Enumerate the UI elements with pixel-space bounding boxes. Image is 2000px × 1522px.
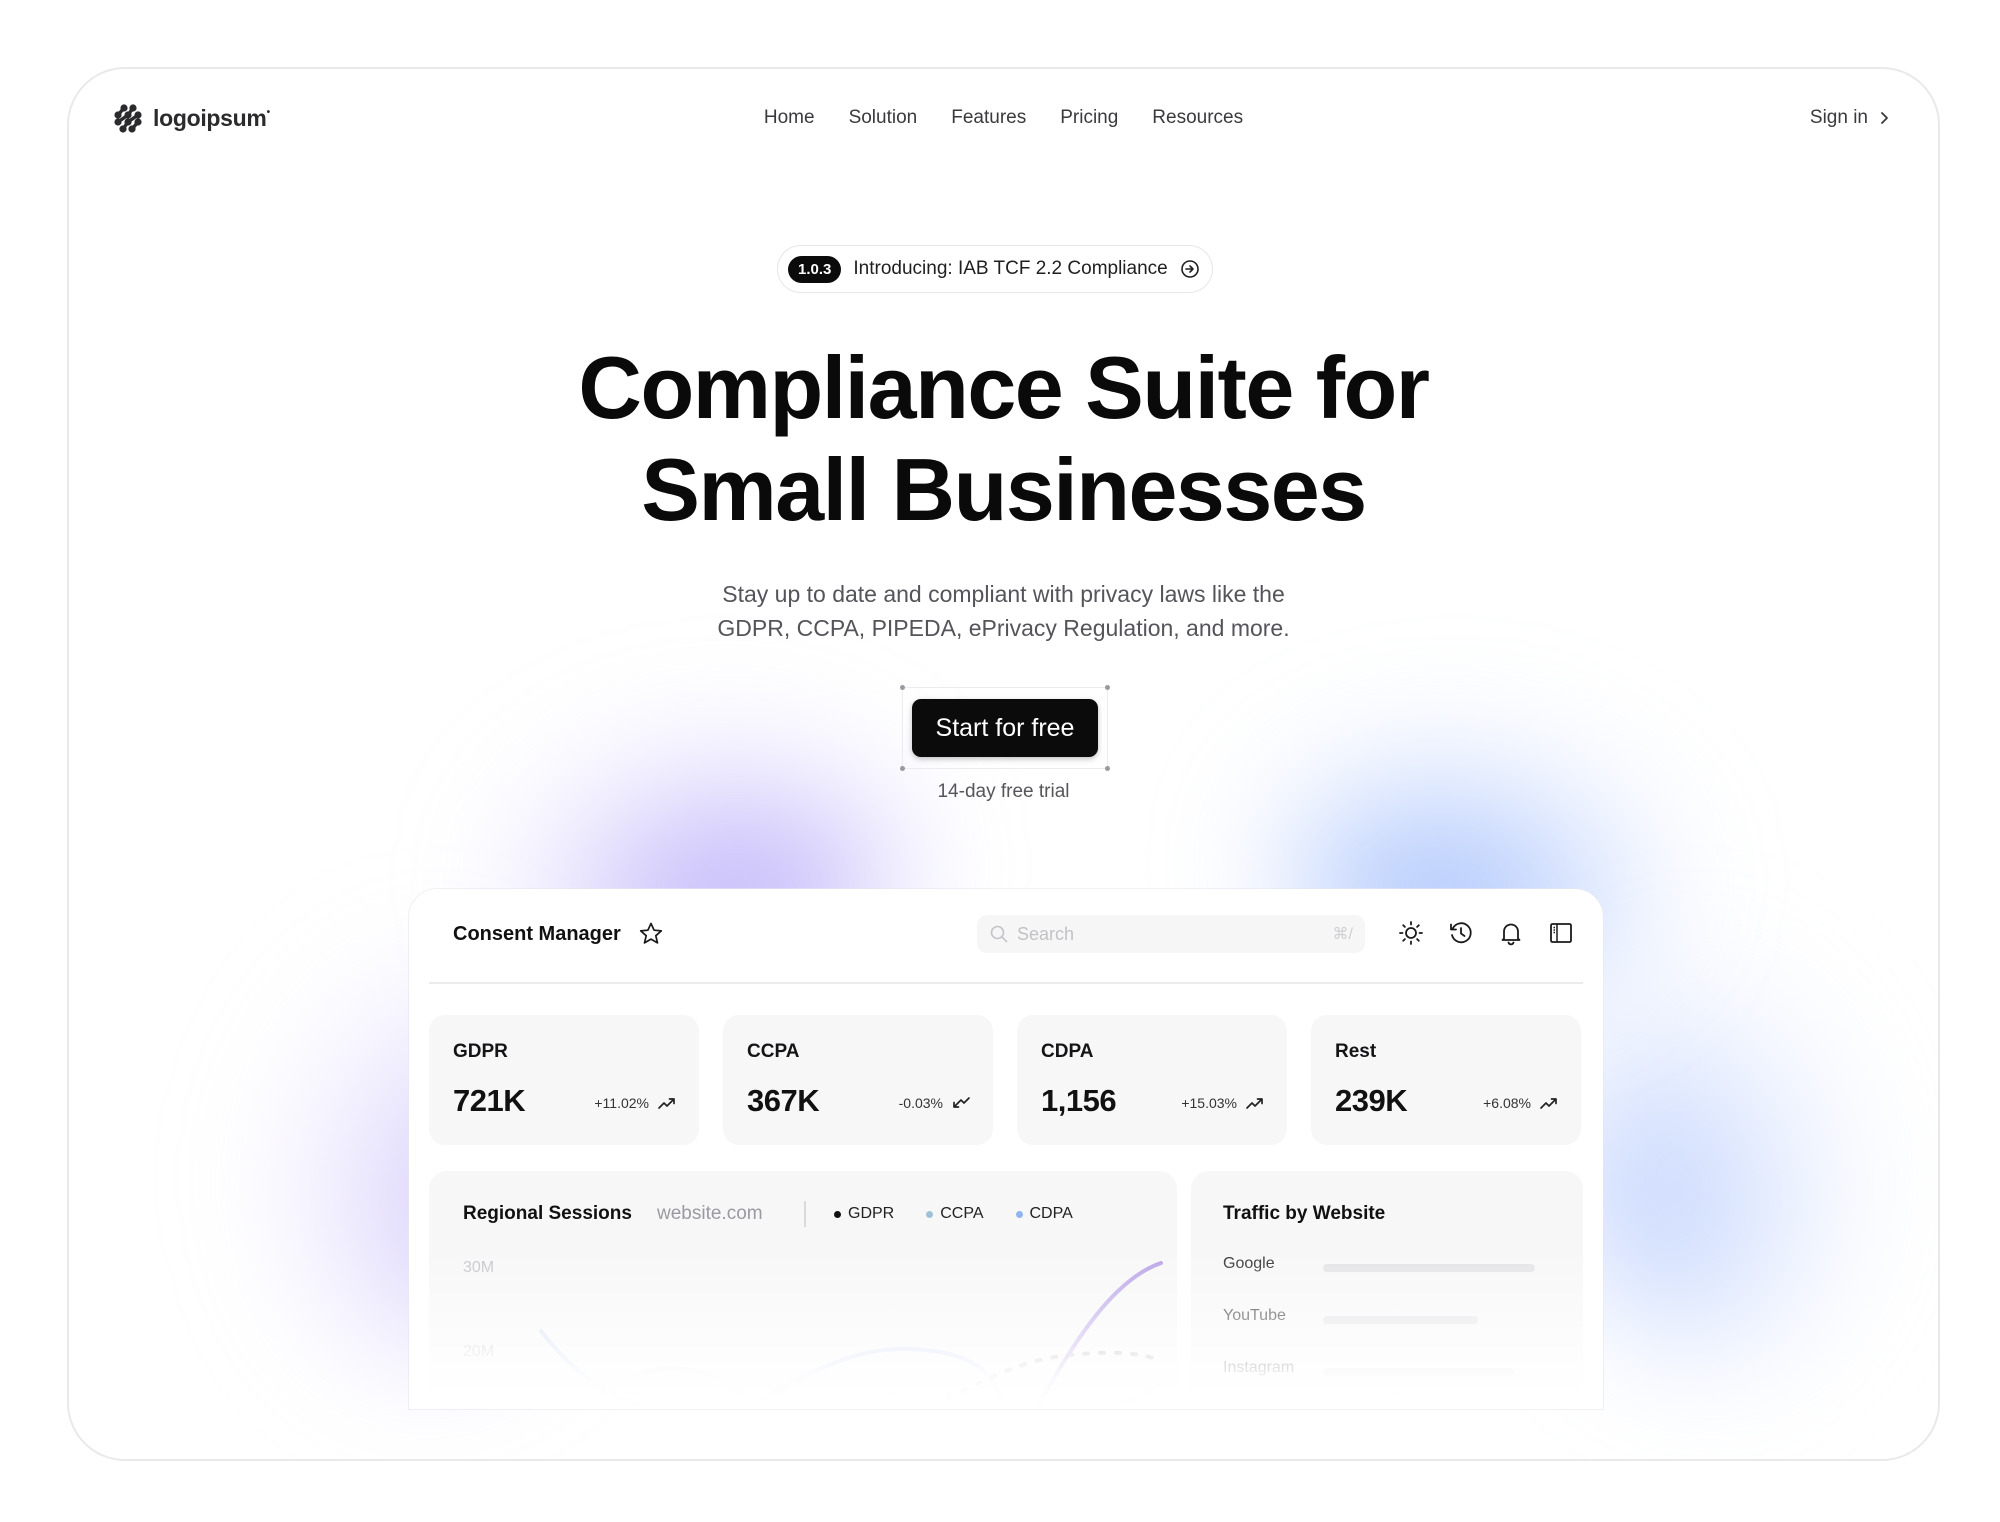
trend-up-icon xyxy=(1540,1098,1557,1109)
traffic-title: Traffic by Website xyxy=(1223,1203,1386,1224)
legend-swatch xyxy=(834,1210,841,1218)
stat-label: CDPA xyxy=(1041,1041,1094,1062)
hero-subtitle-line: GDPR, CCPA, PIPEDA, ePrivacy Regulation,… xyxy=(717,615,1290,641)
dashboard-title: Consent Manager xyxy=(453,923,621,945)
chart-legend: GDPR CCPA CDPA xyxy=(834,1205,1073,1223)
sun-icon[interactable] xyxy=(1397,919,1425,947)
bell-icon[interactable] xyxy=(1497,919,1525,947)
stat-value: 1,156 xyxy=(1041,1083,1117,1118)
legend-swatch xyxy=(926,1210,934,1218)
search-icon xyxy=(990,925,1008,943)
legend-item-gdpr[interactable]: GDPR xyxy=(834,1205,894,1223)
nav-link-pricing[interactable]: Pricing xyxy=(1060,107,1118,129)
stat-change: -0.03% xyxy=(898,1095,943,1111)
search-field[interactable]: ⌘/ xyxy=(977,915,1365,953)
traffic-bar-track xyxy=(1323,1264,1535,1272)
legend-divider xyxy=(804,1201,806,1227)
traffic-source-label: YouTube xyxy=(1223,1307,1286,1324)
traffic-row: YouTube xyxy=(1223,1307,1553,1331)
legend-label: GDPR xyxy=(848,1205,895,1222)
guide-dot xyxy=(1105,766,1110,771)
main-nav: Home Solution Features Pricing Resources xyxy=(69,107,1938,129)
start-for-free-button[interactable]: Start for free xyxy=(912,699,1098,757)
sign-in-link[interactable]: Sign in xyxy=(1810,107,1892,129)
guide-dot xyxy=(1105,685,1110,690)
series-line-ccpa xyxy=(607,1366,741,1393)
regional-sessions-panel: Regional Sessions website.com GDPR CCPA … xyxy=(429,1171,1177,1409)
nav-link-features[interactable]: Features xyxy=(951,107,1026,129)
traffic-row: Google xyxy=(1223,1255,1553,1279)
search-shortcut: ⌘/ xyxy=(1332,926,1353,943)
cta-container: Start for free xyxy=(900,685,1110,771)
stat-change: +6.08% xyxy=(1483,1095,1531,1111)
sessions-site-selector[interactable]: website.com xyxy=(657,1203,763,1225)
stat-label: CCPA xyxy=(747,1041,800,1062)
trial-note: 14-day free trial xyxy=(937,781,1070,802)
traffic-source-label: Google xyxy=(1223,1255,1275,1272)
background-glow xyxy=(1569,949,1869,1369)
stat-value: 367K xyxy=(747,1083,820,1118)
header-divider xyxy=(429,982,1583,984)
hero-title-line: Small Businesses xyxy=(641,440,1367,539)
stat-label: Rest xyxy=(1335,1041,1377,1062)
trend-down-icon xyxy=(953,1097,970,1108)
stat-card-ccpa[interactable]: CCPA 367K -0.03% xyxy=(723,1015,993,1145)
traffic-bar xyxy=(1323,1316,1478,1324)
legend-label: CCPA xyxy=(940,1205,984,1222)
guide-dot xyxy=(900,685,905,690)
arrow-right-circle-icon xyxy=(1180,260,1199,278)
dashboard-header: Consent Manager ⌘/ xyxy=(409,889,1603,981)
hero-title: Compliance Suite for Small Businesses xyxy=(69,337,1938,541)
series-line-tail xyxy=(1109,1383,1161,1409)
sign-in-label: Sign in xyxy=(1809,107,1868,128)
trend-up-icon xyxy=(658,1098,675,1109)
stat-card-gdpr[interactable]: GDPR 721K +11.02% xyxy=(429,1015,699,1145)
nav-link-solution[interactable]: Solution xyxy=(849,107,918,129)
series-line-highlight xyxy=(1033,1261,1163,1409)
traffic-source-label: Instagram xyxy=(1223,1359,1295,1376)
legend-swatch xyxy=(1015,1210,1023,1218)
traffic-bar-track xyxy=(1323,1316,1535,1324)
page-frame: logoipsum• Home Solution Features Pricin… xyxy=(67,67,1940,1461)
stat-card-rest[interactable]: Rest 239K +6.08% xyxy=(1311,1015,1581,1145)
y-tick-label: 30M xyxy=(463,1259,495,1276)
traffic-bar xyxy=(1323,1368,1514,1376)
traffic-row: Instagram xyxy=(1223,1359,1553,1383)
hero-title-line: Compliance Suite for xyxy=(578,338,1430,437)
announcement-badge[interactable]: 1.0.3 Introducing: IAB TCF 2.2 Complianc… xyxy=(777,245,1213,293)
guide-dot xyxy=(900,766,905,771)
stat-change: +11.02% xyxy=(594,1095,649,1111)
stat-label: GDPR xyxy=(453,1041,508,1062)
traffic-bar-track xyxy=(1323,1368,1535,1376)
traffic-bar xyxy=(1323,1264,1535,1272)
chevron-right-icon xyxy=(1881,112,1888,124)
stat-change: +15.03% xyxy=(1181,1095,1237,1111)
stat-cards: GDPR 721K +11.02% CCPA 367K -0.03% CDPA … xyxy=(429,1015,1581,1145)
y-tick-label: 20M xyxy=(463,1343,495,1360)
nav-link-home[interactable]: Home xyxy=(764,107,815,129)
stat-card-cdpa[interactable]: CDPA 1,156 +15.03% xyxy=(1017,1015,1287,1145)
version-pill: 1.0.3 xyxy=(788,255,842,283)
series-line-gdpr xyxy=(918,1350,1159,1409)
hero-subtitle-line: Stay up to date and compliant with priva… xyxy=(722,581,1285,607)
trend-up-icon xyxy=(1246,1098,1263,1109)
dashboard-preview: Consent Manager ⌘/ xyxy=(409,889,1603,1409)
traffic-by-website-panel: Traffic by Website Google YouTube Instag… xyxy=(1191,1171,1583,1409)
hero-subtitle: Stay up to date and compliant with priva… xyxy=(69,577,1938,645)
stat-value: 721K xyxy=(453,1083,526,1118)
legend-label: CDPA xyxy=(1029,1205,1073,1222)
sessions-title: Regional Sessions xyxy=(463,1203,632,1224)
search-input[interactable] xyxy=(1017,923,1325,945)
nav-link-resources[interactable]: Resources xyxy=(1152,107,1243,129)
header-icon-group xyxy=(1397,919,1575,947)
star-icon[interactable] xyxy=(638,921,664,947)
legend-item-ccpa[interactable]: CCPA xyxy=(926,1205,984,1223)
legend-item-cdpa[interactable]: CDPA xyxy=(1015,1205,1073,1223)
top-nav: logoipsum• Home Solution Features Pricin… xyxy=(69,69,1938,189)
stat-value: 239K xyxy=(1335,1083,1408,1118)
sidebar-toggle-icon[interactable] xyxy=(1547,919,1575,947)
announcement-text: Introducing: IAB TCF 2.2 Compliance xyxy=(853,258,1168,279)
history-icon[interactable] xyxy=(1447,919,1475,947)
